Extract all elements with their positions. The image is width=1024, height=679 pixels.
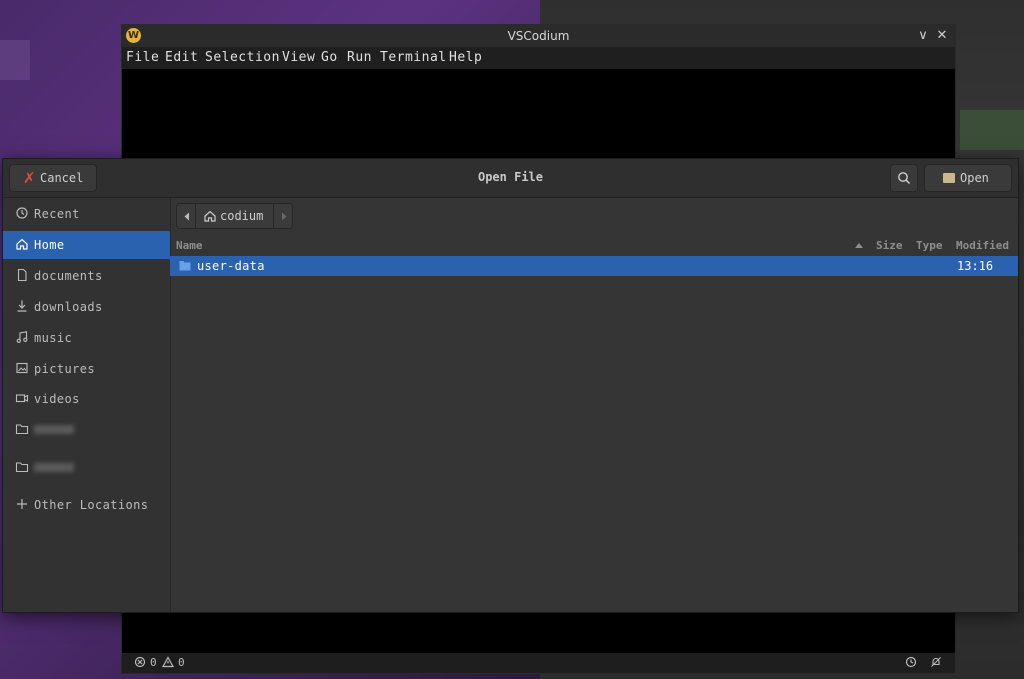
path-crumb-label: codium [220, 209, 264, 223]
warning-icon[interactable] [162, 656, 174, 668]
file-list-header: Name Size Type Modified [170, 237, 1018, 255]
sidebar-item-pictures[interactable]: pictures [3, 355, 170, 383]
menu-go[interactable]: Go [321, 50, 338, 65]
clock-icon [16, 207, 28, 219]
plus-icon [17, 499, 27, 509]
open-label: Open [960, 171, 989, 185]
home-icon [16, 238, 28, 250]
notifications-muted-icon[interactable] [930, 656, 942, 668]
background-window-fragment [0, 40, 30, 80]
sidebar-item-label: Home [34, 238, 65, 252]
menu-bar: File Edit Selection View Go Run Terminal… [122, 47, 955, 69]
sidebar-item-label: Recent [34, 207, 80, 221]
places-sidebar: Recent Home documents downloads music pi… [3, 198, 171, 612]
video-icon [15, 394, 29, 403]
sidebar-item-label: downloads [34, 300, 103, 314]
dialog-title: Open File [477, 170, 544, 184]
redacted-label [34, 463, 74, 472]
column-name[interactable]: Name [176, 239, 203, 252]
error-count[interactable]: 0 [150, 656, 157, 669]
sidebar-item-downloads[interactable]: downloads [3, 293, 170, 321]
redacted-label [34, 425, 74, 434]
menu-terminal[interactable]: Terminal [380, 50, 447, 65]
sidebar-item-label [34, 461, 74, 475]
sidebar-item-label [34, 423, 74, 437]
window-title: VSCodium [507, 29, 570, 43]
music-icon [16, 331, 28, 343]
path-forward-button[interactable] [273, 203, 293, 229]
sidebar-item-bookmark[interactable] [3, 454, 170, 482]
chevron-right-icon [282, 212, 287, 221]
column-modified[interactable]: Modified [956, 239, 1009, 252]
sidebar-item-recent[interactable]: Recent [3, 200, 170, 228]
menu-edit[interactable]: Edit [165, 50, 198, 65]
sidebar-item-label: Other Locations [34, 498, 149, 512]
sidebar-item-label: videos [34, 392, 80, 406]
picture-icon [16, 362, 28, 374]
sidebar-item-other-locations[interactable]: Other Locations [3, 491, 170, 519]
home-icon [204, 210, 216, 222]
sidebar-item-bookmark[interactable] [3, 416, 170, 444]
sidebar-item-label: music [34, 331, 73, 345]
open-file-dialog: ✗ Cancel Open File Open Recent Home docu… [2, 158, 1019, 613]
sidebar-item-music[interactable]: music [3, 324, 170, 352]
background-window-fragment [960, 110, 1024, 150]
sidebar-item-documents[interactable]: documents [3, 262, 170, 290]
search-button[interactable] [890, 164, 918, 192]
path-crumb-codium[interactable]: codium [195, 203, 274, 229]
table-row[interactable]: user-data 13:16 [170, 256, 1018, 276]
sort-ascending-icon[interactable] [854, 242, 864, 249]
column-size[interactable]: Size [876, 239, 903, 252]
sidebar-item-videos[interactable]: videos [3, 385, 170, 413]
sidebar-item-label: pictures [34, 362, 95, 376]
window-titlebar[interactable]: W VSCodium ∨ ✕ [122, 25, 955, 47]
error-icon[interactable] [134, 656, 146, 668]
menu-help[interactable]: Help [449, 50, 482, 65]
path-back-button[interactable] [176, 203, 196, 229]
download-icon [17, 300, 27, 312]
open-folder-icon [943, 173, 955, 183]
menu-file[interactable]: File [126, 50, 159, 65]
folder-icon [179, 261, 191, 271]
history-icon[interactable] [905, 656, 917, 668]
file-modified: 13:16 [957, 259, 994, 273]
chevron-left-icon [184, 212, 189, 221]
menu-view[interactable]: View [282, 50, 315, 65]
menu-run[interactable]: Run [347, 50, 372, 65]
open-button[interactable]: Open [924, 164, 1012, 192]
document-icon [17, 268, 27, 282]
menu-selection[interactable]: Selection [205, 50, 280, 65]
folder-icon [15, 462, 29, 473]
warning-count[interactable]: 0 [178, 656, 185, 669]
sidebar-item-home[interactable]: Home [3, 231, 170, 259]
column-type[interactable]: Type [916, 239, 943, 252]
dialog-header: ✗ Cancel Open File Open [3, 159, 1018, 198]
path-bar: codium [176, 203, 296, 229]
search-icon [898, 172, 911, 185]
folder-icon [15, 424, 29, 435]
close-button[interactable]: ✕ [933, 27, 951, 45]
sidebar-item-label: documents [34, 269, 103, 283]
minimize-button[interactable]: ∨ [914, 27, 932, 45]
file-name: user-data [197, 259, 265, 273]
status-bar: 0 0 [122, 653, 955, 673]
